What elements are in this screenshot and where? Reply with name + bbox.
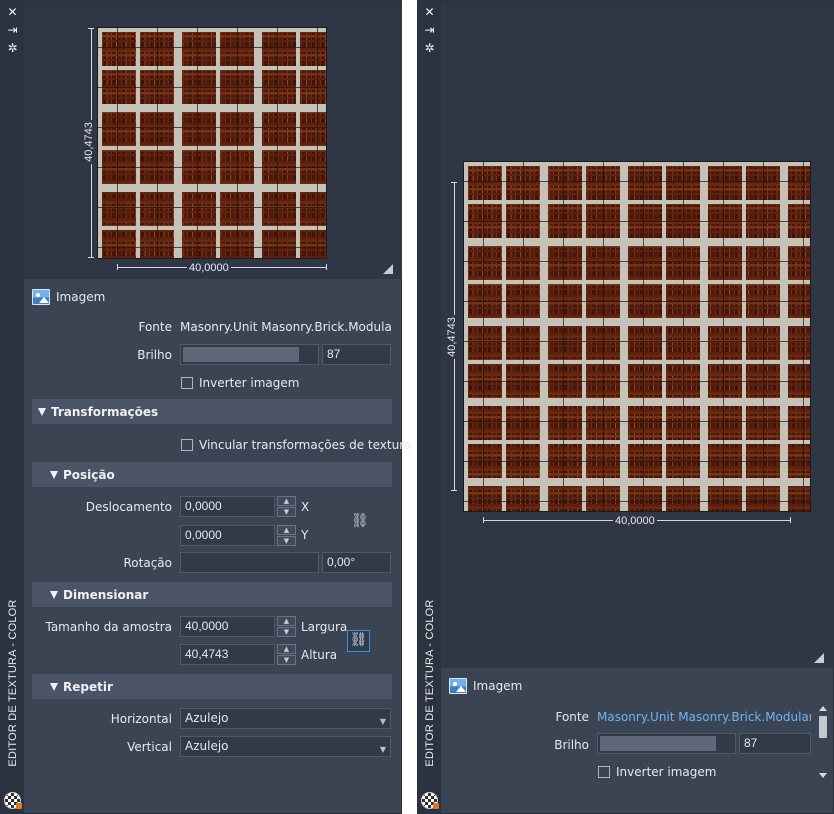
brick-texture-image [463,161,811,512]
brightness-slider-fill [600,736,716,751]
texture-preview[interactable]: 40,4743 40,0000 [24,1,402,279]
offset-y-label: Y [301,528,309,542]
vertical-label: Vertical [127,740,172,754]
image-section-title: Imagem [473,679,523,693]
app-logo-icon [4,792,22,809]
palette-title-strip[interactable]: ✕ ⇥ ✲ EDITOR DE TEXTURA - COLOR [1,1,24,813]
image-section-header: Imagem [449,678,522,694]
position-group-header[interactable]: Posição [32,462,392,487]
close-icon[interactable]: ✕ [422,5,437,19]
horizontal-repeat-select[interactable]: Azulejo ▼ [180,708,391,729]
spin-up-icon[interactable]: ▲ [277,616,296,626]
texture-preview[interactable]: 40,4743 40,0000 [441,1,834,668]
texture-editor-panel-right: ✕ ⇥ ✲ EDITOR DE TEXTURA - COLOR 40,4743 … [417,0,834,814]
dropdown-arrow-icon: ▼ [379,717,386,726]
horizontal-label: Horizontal [110,712,172,726]
offset-y-field[interactable]: 0,0000 [180,525,275,546]
spin-up-icon[interactable]: ▲ [277,525,296,535]
sample-height-spinner[interactable]: ▲ ▼ [277,644,296,665]
settings-icon[interactable]: ✲ [5,41,20,55]
scroll-down-icon[interactable] [819,773,827,778]
palette-title-strip[interactable]: ✕ ⇥ ✲ EDITOR DE TEXTURA - COLOR [418,1,441,813]
invert-image-label: Inverter imagem [199,376,300,390]
sample-size-label: Tamanho da amostra [45,620,172,634]
vertical-repeat-select[interactable]: Azulejo ▼ [180,736,391,757]
brick-texture-image [97,27,327,259]
brightness-label: Brilho [554,738,589,752]
collapse-arrow-icon [50,470,58,479]
brightness-field[interactable]: 87 [739,733,811,754]
brightness-slider[interactable] [597,733,736,754]
invert-image-checkbox[interactable] [181,377,193,389]
image-icon [449,678,467,694]
image-section-header: Imagem [32,289,105,305]
height-dimension-label: 40,4743 [82,120,95,164]
link-transforms-label: Vincular transformações de textura [199,438,412,452]
scrollbar-thumb[interactable] [819,716,827,738]
collapse-arrow-icon [50,590,58,599]
pin-icon[interactable]: ⇥ [5,23,20,37]
transforms-group-header[interactable]: Transformações [32,399,392,424]
offset-y-spinner[interactable]: ▲ ▼ [277,525,296,546]
offset-x-field[interactable]: 0,0000 [180,496,275,517]
width-label: Largura [301,620,348,634]
link-offset-icon[interactable]: ⛓ [351,513,369,529]
link-transforms-checkbox[interactable] [181,439,193,451]
height-label: Altura [301,648,338,662]
lock-aspect-link-button[interactable]: ⛓ [347,630,370,652]
close-icon[interactable]: ✕ [5,5,20,19]
offset-x-spinner[interactable]: ▲ ▼ [277,496,296,517]
repeat-group-header[interactable]: Repetir [32,674,392,699]
sample-width-spinner[interactable]: ▲ ▼ [277,616,296,637]
source-label: Fonte [555,710,589,724]
settings-icon[interactable]: ✲ [422,41,437,55]
brightness-field[interactable]: 87 [322,344,391,365]
rotation-label: Rotação [123,556,173,570]
spin-up-icon[interactable]: ▲ [277,644,296,654]
source-value-link[interactable]: Masonry.Unit Masonry.Brick.Modular.Bas [597,710,811,724]
image-section-title: Imagem [56,290,106,304]
width-dimension-label: 40,0000 [187,262,231,274]
invert-image-checkbox[interactable] [598,766,610,778]
texture-editor-panel-left: ✕ ⇥ ✲ EDITOR DE TEXTURA - COLOR 40,4743 … [0,0,411,814]
spin-down-icon[interactable]: ▼ [277,627,296,637]
app-logo-icon [421,792,439,809]
spin-down-icon[interactable]: ▼ [277,655,296,665]
pin-icon[interactable]: ⇥ [422,23,437,37]
dropdown-arrow-icon: ▼ [379,745,386,754]
sample-height-field[interactable]: 40,4743 [180,644,275,665]
offset-x-label: X [301,500,310,514]
source-label: Fonte [138,320,172,334]
spin-down-icon[interactable]: ▼ [277,507,296,517]
palette-title: EDITOR DE TEXTURA - COLOR [423,599,436,767]
scale-group-header[interactable]: Dimensionar [32,582,392,607]
offset-label: Deslocamento [85,500,172,514]
resize-grip-icon[interactable] [383,264,393,274]
scroll-up-icon[interactable] [819,706,827,711]
rotation-field[interactable]: 0,00° [322,552,391,573]
brightness-label: Brilho [137,348,172,362]
spin-up-icon[interactable]: ▲ [277,496,296,506]
source-value[interactable]: Masonry.Unit Masonry.Brick.Modular.Ba [180,320,392,334]
collapse-arrow-icon [50,682,58,691]
invert-image-label: Inverter imagem [616,765,717,779]
brightness-slider[interactable] [180,344,319,365]
spin-down-icon[interactable]: ▼ [277,536,296,546]
rotation-slider[interactable] [180,552,319,573]
palette-title: EDITOR DE TEXTURA - COLOR [6,599,19,767]
brightness-slider-fill [183,347,299,362]
collapse-arrow-icon [38,407,46,416]
sample-width-field[interactable]: 40,0000 [180,616,275,637]
resize-grip-icon[interactable] [814,653,824,663]
image-icon [32,289,50,305]
width-dimension-label: 40,0000 [613,515,657,527]
height-dimension-label: 40,4743 [445,315,458,359]
